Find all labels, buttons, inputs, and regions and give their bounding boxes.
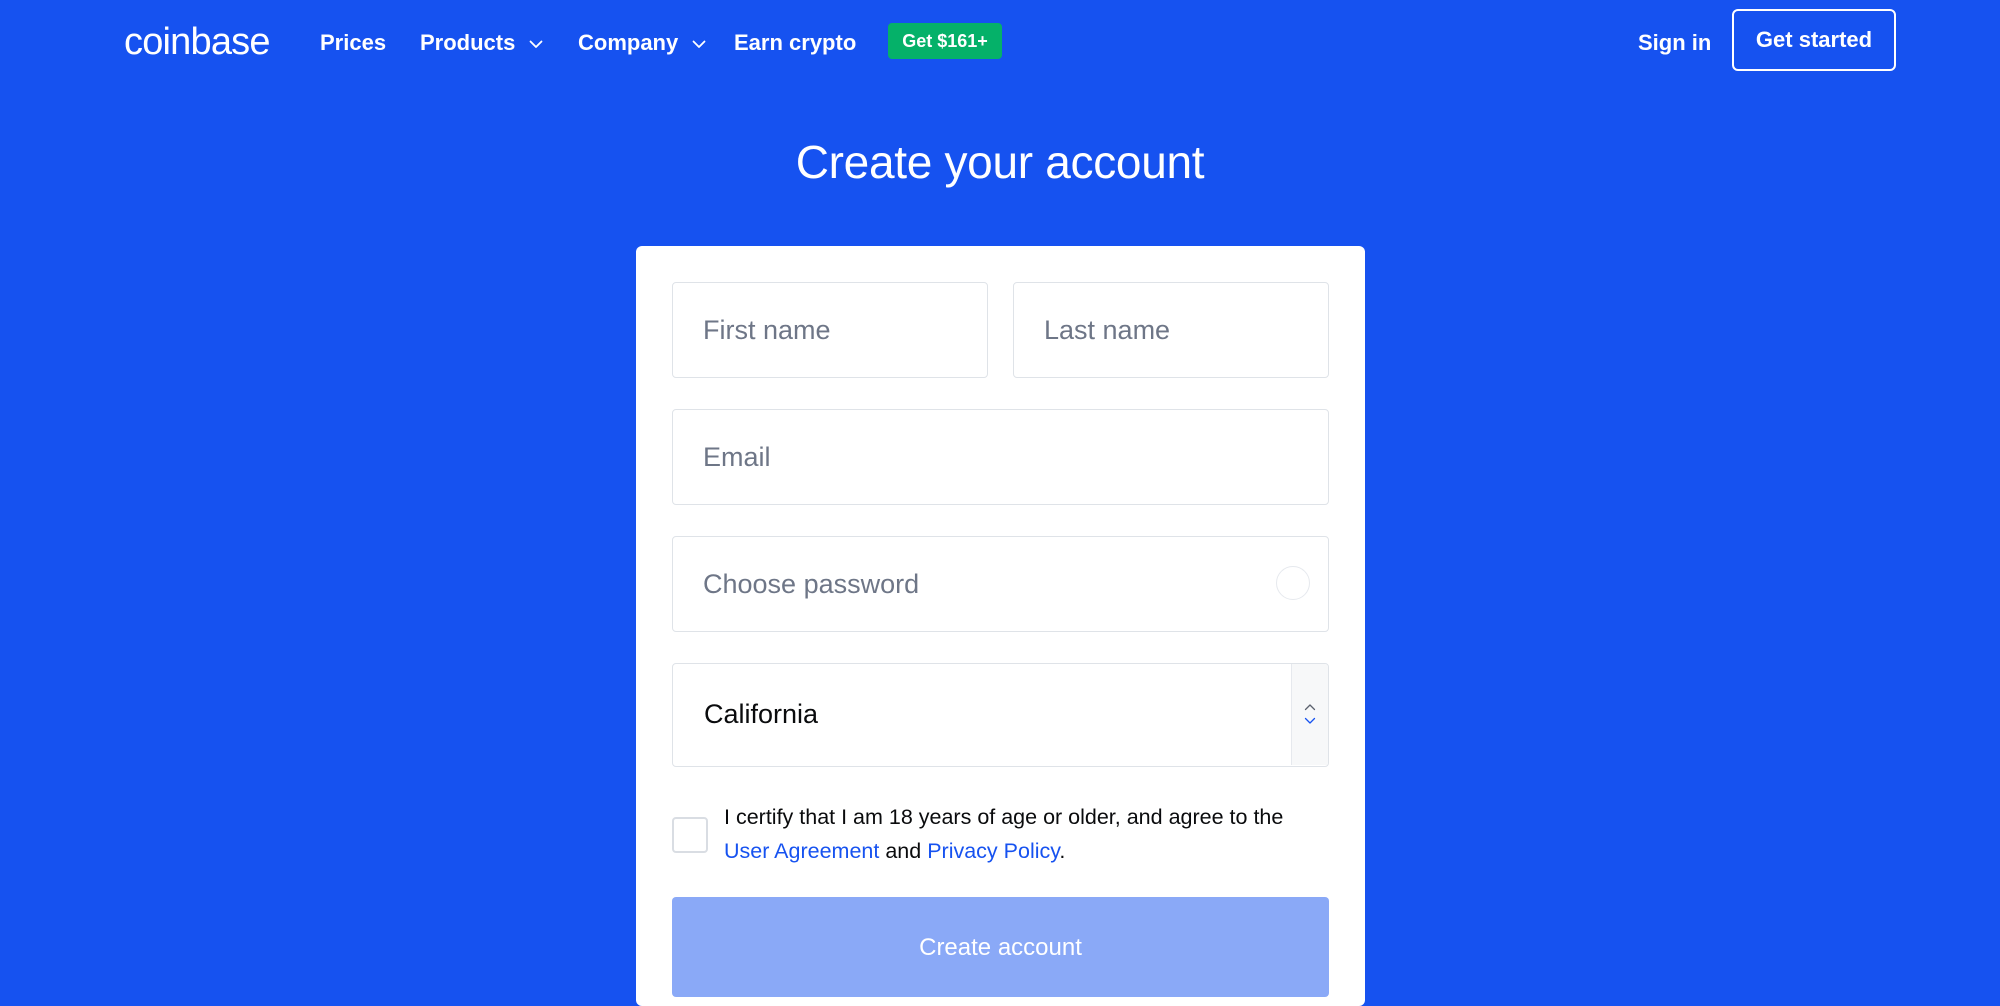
password-input[interactable] bbox=[673, 537, 1328, 631]
age-consent-checkbox[interactable] bbox=[672, 817, 708, 853]
nav-prices[interactable]: Prices bbox=[320, 24, 386, 62]
chevron-down-icon bbox=[692, 23, 706, 61]
sign-in-link[interactable]: Sign in bbox=[1638, 24, 1711, 62]
page-title: Create your account bbox=[795, 136, 1205, 188]
create-account-button[interactable]: Create account bbox=[672, 897, 1329, 997]
privacy-policy-link[interactable]: Privacy Policy bbox=[927, 839, 1059, 863]
nav-company[interactable]: Company bbox=[578, 24, 706, 62]
last-name-field bbox=[1013, 282, 1329, 378]
nav-earn-crypto-label: Earn crypto bbox=[734, 30, 857, 55]
select-arrows-icon[interactable] bbox=[1291, 664, 1328, 765]
password-field bbox=[672, 536, 1329, 632]
signup-card: California I certify that I am 18 years … bbox=[636, 246, 1365, 1006]
state-select[interactable]: California bbox=[672, 663, 1329, 767]
promo-badge[interactable]: Get $161+ bbox=[888, 23, 1002, 59]
state-select-value: California bbox=[704, 699, 819, 729]
consent-text-prefix: I certify that I am 18 years of age or o… bbox=[724, 805, 1284, 829]
get-started-button[interactable]: Get started bbox=[1732, 9, 1896, 71]
nav-products-label: Products bbox=[420, 30, 516, 55]
nav-prices-label: Prices bbox=[320, 30, 387, 55]
email-field bbox=[672, 409, 1329, 505]
user-agreement-link[interactable]: User Agreement bbox=[724, 839, 879, 863]
consent-text-joiner: and bbox=[879, 839, 928, 863]
chevron-down-icon bbox=[529, 23, 543, 61]
nav-products[interactable]: Products bbox=[420, 24, 543, 62]
first-name-input[interactable] bbox=[673, 283, 987, 377]
last-name-input[interactable] bbox=[1014, 283, 1328, 377]
first-name-field bbox=[672, 282, 988, 378]
email-input[interactable] bbox=[673, 410, 1328, 504]
coinbase-logo[interactable]: coinbase bbox=[124, 14, 271, 70]
password-visibility-toggle[interactable] bbox=[1276, 566, 1310, 600]
consent-text-suffix: . bbox=[1059, 839, 1066, 863]
top-navigation: coinbase Prices Products Company Earn cr… bbox=[0, 0, 2000, 86]
consent-text: I certify that I am 18 years of age or o… bbox=[724, 800, 1334, 868]
nav-earn-crypto[interactable]: Earn crypto bbox=[734, 24, 856, 62]
nav-company-label: Company bbox=[578, 30, 679, 55]
